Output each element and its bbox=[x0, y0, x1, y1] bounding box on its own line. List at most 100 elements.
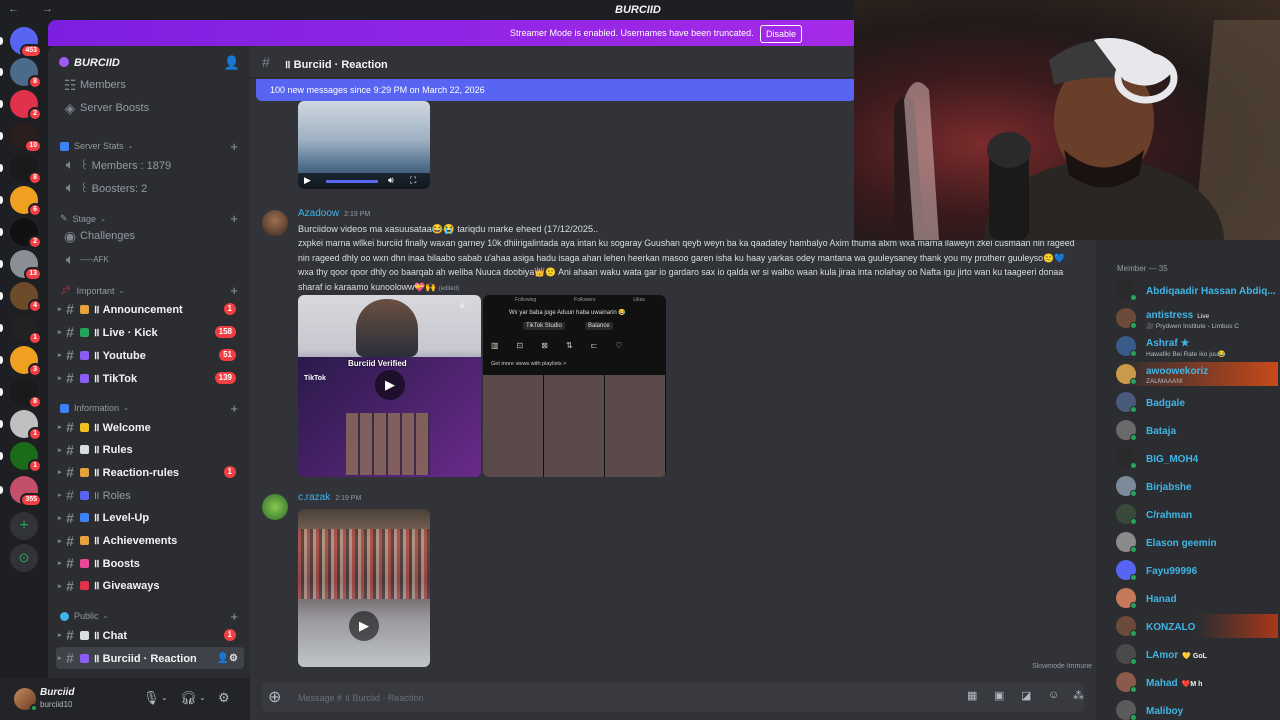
message-author[interactable]: c.razak 2:19 PM bbox=[298, 492, 361, 503]
image-attachment-2[interactable]: Following Followers Likes Wx yar baba jo… bbox=[483, 295, 666, 477]
invite-icon[interactable]: 👤 bbox=[224, 55, 240, 71]
chevron-right-icon: ▸ bbox=[58, 560, 62, 568]
sidebar-item-channel[interactable]: ▸ # ॥ Reaction-rules 1 bbox=[56, 461, 244, 483]
member-item[interactable]: Elason geemin bbox=[1116, 530, 1278, 554]
member-item[interactable]: BIG_MOH4 bbox=[1116, 446, 1278, 470]
server-icon[interactable]: 10 bbox=[10, 122, 42, 153]
member-item[interactable]: LAmor 💛 GoL bbox=[1116, 642, 1278, 666]
server-icon[interactable]: 1 bbox=[10, 314, 42, 345]
sidebar-item-channel[interactable]: ▸ # ॥ Level-Up bbox=[56, 507, 244, 529]
headphones-icon[interactable]: 🎧︎ bbox=[180, 690, 197, 706]
followers-label: Followers bbox=[574, 297, 596, 303]
member-item[interactable]: Hanad bbox=[1116, 586, 1278, 610]
server-icon[interactable]: 1 bbox=[10, 442, 42, 473]
server-icon[interactable]: 8 bbox=[10, 58, 42, 89]
member-item[interactable]: Birjabshe bbox=[1116, 474, 1278, 498]
sidebar-item-channel[interactable]: ▸ # ॥ Announcement 1 bbox=[56, 298, 244, 320]
member-item[interactable]: Mahad ❤️M h bbox=[1116, 670, 1278, 694]
sidebar-item-label: Members bbox=[80, 79, 126, 91]
new-messages-bar[interactable]: 100 new messages since 9:29 PM on March … bbox=[256, 79, 856, 101]
server-icon[interactable]: 4 bbox=[10, 282, 42, 313]
sidebar-item-channel[interactable]: ▸ # ॥ Achievements bbox=[56, 530, 244, 552]
sidebar-item-channel[interactable]: ▸ # ॥ Burciid · Reaction 👤⚙ bbox=[56, 647, 244, 669]
avatar[interactable] bbox=[262, 210, 288, 236]
sidebar-item-members[interactable]: ☷ Members bbox=[56, 74, 244, 96]
sidebar-item-challenges[interactable]: ◉ Challenges bbox=[56, 225, 244, 247]
member-item[interactable]: KONZALO bbox=[1116, 614, 1278, 638]
fullscreen-icon[interactable]: ⛶ bbox=[410, 175, 416, 186]
server-icon[interactable]: 2 bbox=[10, 218, 42, 249]
server-icon[interactable]: 355 bbox=[10, 476, 42, 507]
member-item[interactable]: Maliboy bbox=[1116, 698, 1278, 720]
member-item[interactable]: Badgale bbox=[1116, 390, 1278, 414]
volume-icon[interactable]: 🔊︎ bbox=[388, 175, 394, 186]
sidebar-item-channel[interactable]: ▸ # ॥ Welcome bbox=[56, 416, 244, 438]
server-icon[interactable]: 453 bbox=[10, 27, 42, 58]
category-public[interactable]: Public ⌄ + bbox=[60, 609, 240, 624]
sidebar-item-channel[interactable]: ▸ # ॥ Rules bbox=[56, 439, 244, 461]
chevron-down-icon[interactable]: ⌄ bbox=[199, 693, 206, 702]
play-icon[interactable]: ▶ bbox=[304, 175, 311, 186]
server-icon[interactable]: 13 bbox=[10, 250, 42, 281]
unread-pill bbox=[0, 324, 3, 332]
add-server-icon[interactable]: + bbox=[10, 512, 38, 540]
server-icon[interactable]: 1 bbox=[10, 410, 42, 441]
disable-button[interactable]: Disable bbox=[760, 25, 803, 43]
server-icon[interactable]: 6 bbox=[10, 186, 42, 217]
member-item[interactable]: Bataja bbox=[1116, 418, 1278, 442]
sidebar-item-channel[interactable]: ▸ # ॥ Roles bbox=[56, 484, 244, 506]
sidebar-item-channel[interactable]: ▸ # ॥ Giveaways bbox=[56, 575, 244, 597]
add-channel-icon[interactable]: + bbox=[230, 283, 238, 298]
gift-icon[interactable]: ▦ bbox=[967, 689, 977, 702]
avatar[interactable] bbox=[262, 494, 288, 520]
category-stage[interactable]: ✎ Stage ⌄ + bbox=[60, 211, 240, 226]
member-item[interactable]: Abdiqaadir Hassan Abdiq... bbox=[1116, 278, 1278, 302]
server-icon[interactable]: 2 bbox=[10, 90, 42, 121]
category-label: Stage bbox=[72, 213, 97, 224]
category-server-stats[interactable]: Server Stats ⌄ + bbox=[60, 139, 240, 154]
sidebar-item-members-stat[interactable]: 🔈︎ ꒰ Members : 1879 bbox=[56, 153, 244, 175]
member-item[interactable]: Fayu99996 bbox=[1116, 558, 1278, 582]
add-channel-icon[interactable]: + bbox=[230, 609, 238, 624]
video-progress[interactable] bbox=[326, 180, 378, 183]
add-channel-icon[interactable]: + bbox=[230, 139, 238, 154]
gif-icon[interactable]: ▣ bbox=[994, 689, 1004, 702]
category-information[interactable]: Information ⌄ + bbox=[60, 401, 240, 416]
apps-icon[interactable]: ⁂ bbox=[1073, 689, 1084, 702]
sidebar-item-afk[interactable]: 🔈︎ -----AFK bbox=[56, 248, 244, 270]
member-item[interactable]: awoowekoriz ZALMAAAN! bbox=[1116, 362, 1278, 386]
nav-arrows[interactable]: ← → bbox=[8, 3, 63, 15]
sidebar-item-channel[interactable]: ▸ # ॥ Youtube 51 bbox=[56, 344, 244, 366]
chevron-down-icon[interactable]: ⌄ bbox=[161, 693, 168, 702]
image-attachment-1[interactable]: Burciid Verified TikTok ▶ ⤓ bbox=[298, 295, 481, 477]
category-important[interactable]: 📌︎ Important ⌄ + bbox=[60, 283, 240, 298]
video-attachment-top[interactable]: ▶ 🔊︎ ⛶ bbox=[298, 101, 430, 189]
download-icon[interactable]: ⤓ bbox=[460, 299, 464, 310]
server-icon[interactable]: 3 bbox=[10, 346, 42, 377]
sidebar-item-channel[interactable]: ▸ # ॥ Chat 1 bbox=[56, 624, 244, 646]
sidebar-item-boosters-stat[interactable]: 🔈︎ ꒰ Boosters: 2 bbox=[56, 176, 244, 198]
settings-gear-icon[interactable]: ⚙ bbox=[218, 690, 230, 706]
sticker-icon[interactable]: ◪ bbox=[1021, 689, 1031, 702]
message-author[interactable]: Azadoow 2:19 PM bbox=[298, 208, 370, 219]
sidebar-item-channel[interactable]: ▸ # ॥ Boosts bbox=[56, 552, 244, 574]
message-input[interactable]: Message # ॥ Burciid · Reaction bbox=[298, 691, 423, 704]
video-attachment[interactable]: ▶ bbox=[298, 509, 430, 667]
discover-icon[interactable]: ⊙ bbox=[10, 544, 38, 572]
member-item[interactable]: C/rahman bbox=[1116, 502, 1278, 526]
sidebar-item-server-boosts[interactable]: ◈ Server Boosts bbox=[56, 97, 244, 119]
server-icon[interactable]: 8 bbox=[10, 378, 42, 409]
add-attachment-icon[interactable]: ⊕ bbox=[268, 687, 281, 707]
add-channel-icon[interactable]: + bbox=[230, 401, 238, 416]
member-item[interactable]: antistress Live 🎥 Prydwen Institute - Limb… bbox=[1116, 306, 1278, 330]
member-item[interactable]: Ashraf ★ Hawafiki Bei Rate iko juu😂 bbox=[1116, 334, 1278, 358]
play-icon[interactable]: ▶ bbox=[375, 370, 405, 400]
server-icon[interactable]: 8 bbox=[10, 154, 42, 185]
emoji-icon[interactable]: ☺ bbox=[1048, 689, 1059, 701]
add-channel-icon[interactable]: + bbox=[230, 211, 238, 226]
channel-settings-icon[interactable]: 👤⚙ bbox=[217, 653, 238, 664]
sidebar-item-channel[interactable]: ▸ # ॥ Live · Kick 158 bbox=[56, 321, 244, 343]
play-icon[interactable]: ▶ bbox=[349, 611, 379, 641]
sidebar-item-channel[interactable]: ▸ # ॥ TikTok 139 bbox=[56, 367, 244, 389]
microphone-icon[interactable]: 🎙︎ bbox=[143, 690, 160, 706]
